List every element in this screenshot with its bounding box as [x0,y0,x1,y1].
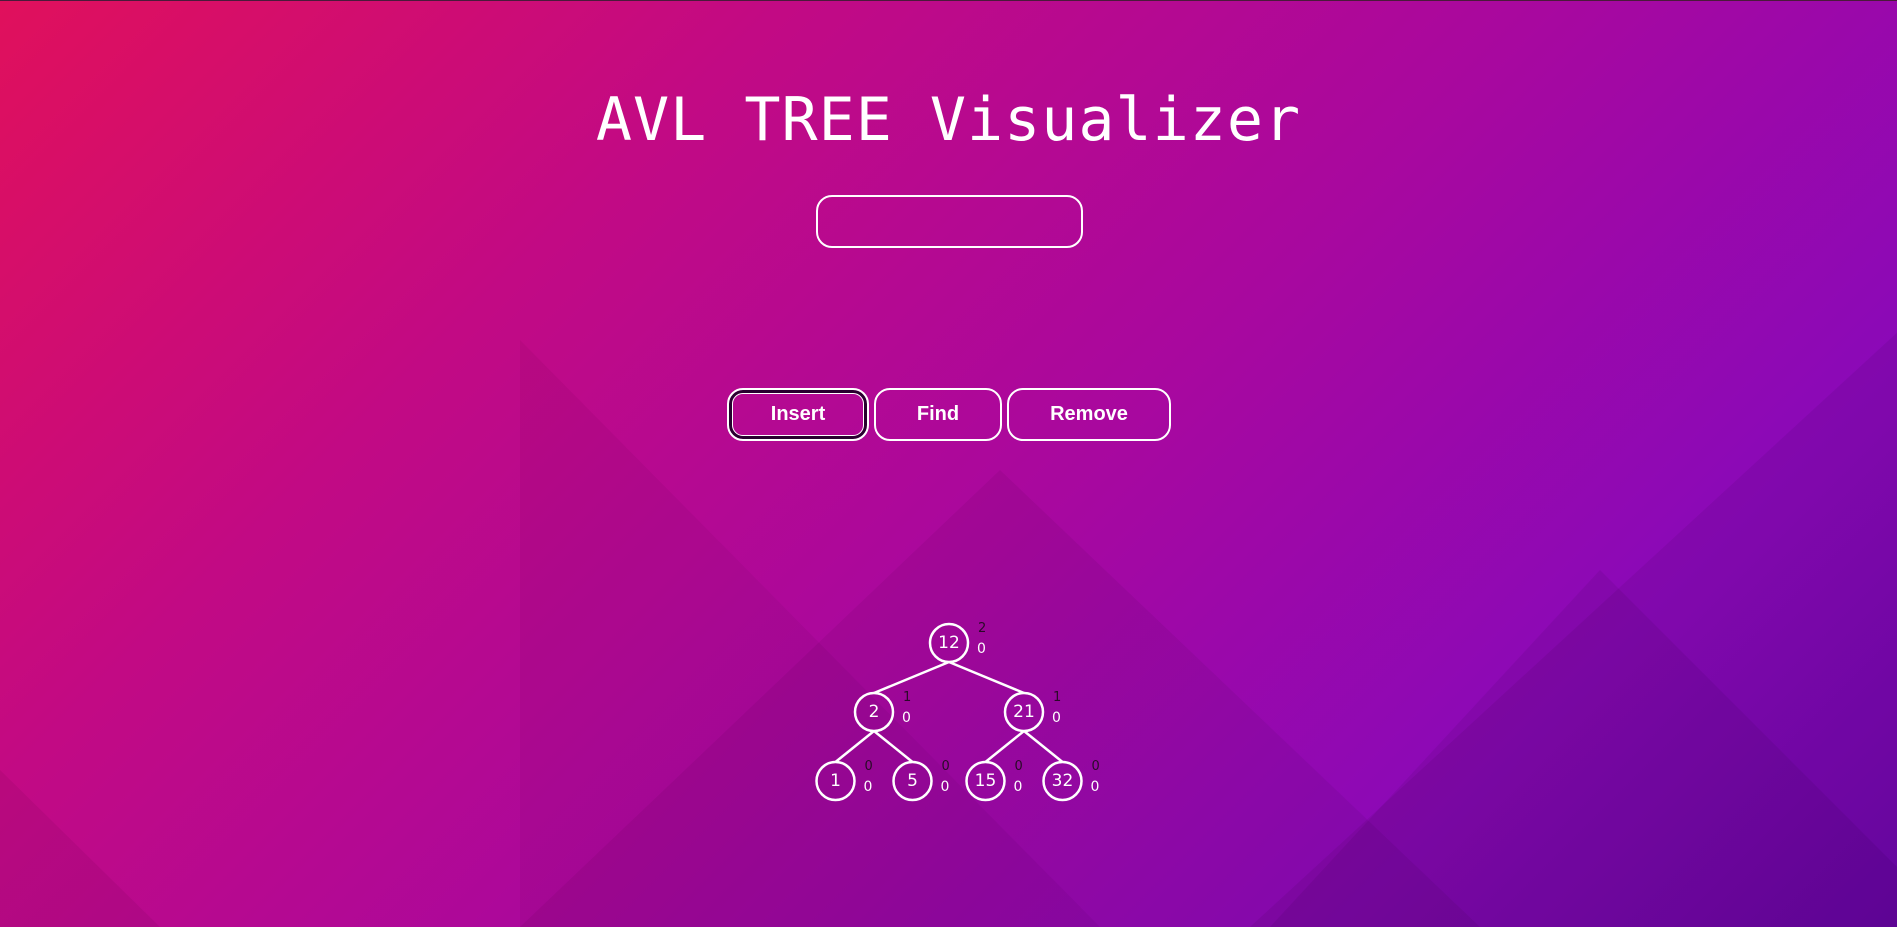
tree-node-height: 0 [865,759,873,774]
tree-node-balance: 0 [902,710,911,726]
tree-node: 1 0 0 [815,759,873,802]
tree-node-balance: 0 [1091,779,1100,795]
tree-node-balance: 0 [1052,710,1061,726]
tree-node-height: 1 [903,690,911,705]
tree-node-key: 5 [907,771,918,791]
tree-node-key: 1 [830,771,841,791]
tree-edge [834,730,875,763]
tree-node: 5 0 0 [892,759,950,802]
tree-edge [984,730,1025,763]
tree-edge [873,730,914,763]
tree-node: 1500 [965,759,1023,802]
tree-edge [873,660,950,695]
tree-node-key: 32 [1052,771,1074,791]
tree-node: 2 1 0 [853,690,911,733]
tree-node-balance: 0 [864,779,873,795]
tree-node: 21 1 0 [1003,690,1061,733]
tree-node: 32 0 0 [1042,759,1100,802]
tree-edge [1023,730,1064,763]
avl-tree-canvas: 1220210100 50021101500 3200 [815,621,1100,802]
tree-node-balance: 0 [977,641,986,657]
tree-node: 12 2 0 [928,621,986,664]
tree-node-balance: 0 [941,779,950,795]
tree-node-key: 21 [1013,702,1035,722]
tree-node-height: 0 [1092,759,1100,774]
tree-node-balance: 0 [1014,779,1023,795]
tree-node-key: 12 [938,633,960,653]
tree-node-key: 2 [869,702,880,722]
tree-node-height: 2 [978,621,986,636]
tree-node-height: 0 [1015,759,1023,774]
tree-node-height: 0 [942,759,950,774]
tree-node-height: 1 [1053,690,1061,705]
tree-node-key: 15 [975,771,997,791]
tree-edge [948,660,1025,695]
